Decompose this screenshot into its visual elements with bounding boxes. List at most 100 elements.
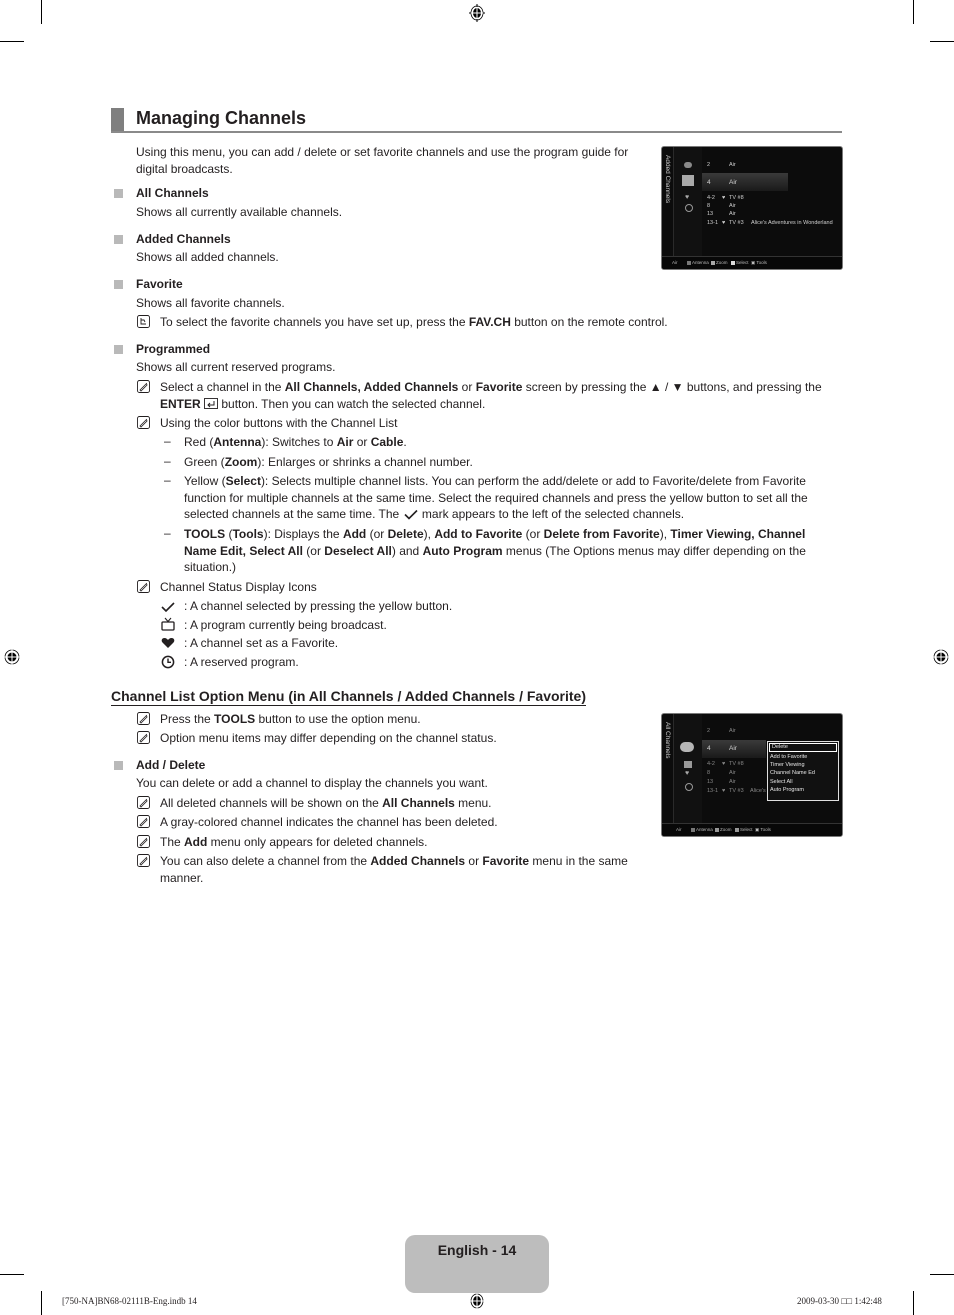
note-icon	[137, 731, 150, 744]
screen-title: All Channels	[664, 722, 671, 759]
registration-mark-icon	[3, 648, 21, 666]
selected-row-highlight	[702, 173, 788, 191]
antenna-icon	[680, 742, 694, 752]
section-body: Shows all currently available channels.	[136, 205, 343, 219]
tools-option-menu: Delete Add to Favorite Timer Viewing Cha…	[767, 741, 839, 801]
crop-mark	[913, 1291, 914, 1315]
status-icon-desc: : A reserved program.	[184, 655, 299, 669]
channel-row[interactable]: 8 Air	[707, 770, 736, 776]
section-body: Shows all current reserved programs.	[136, 360, 336, 374]
note-text: The Add menu only appears for deleted ch…	[160, 835, 428, 849]
print-slug-left: [750-NA]BN68-02111B-Eng.indb 14	[62, 1296, 197, 1306]
status-icon-desc: : A channel selected by pressing the yel…	[184, 599, 453, 613]
tools-button-hint: ▣ Tools	[751, 260, 767, 265]
heading-bar	[111, 108, 124, 133]
menu-item-add-to-favorite[interactable]: Add to Favorite	[768, 753, 838, 761]
menu-item-select-all[interactable]: Select All	[768, 778, 838, 786]
color-button-yellow: Yellow (Select): Selects multiple channe…	[184, 474, 808, 521]
section-heading: Programmed	[136, 342, 211, 356]
channel-row[interactable]: 4-2 ♥ TV #8	[707, 195, 744, 201]
note-icon	[137, 416, 150, 429]
status-icon-desc: : A program currently being broadcast.	[184, 618, 387, 632]
heart-icon	[161, 638, 175, 648]
crop-mark	[930, 41, 954, 42]
channel-row[interactable]: 13 Air	[707, 211, 736, 217]
note-icon	[137, 854, 150, 867]
bullet-square-icon	[114, 235, 123, 244]
menu-item-timer-viewing[interactable]: Timer Viewing	[768, 761, 838, 769]
note-icon	[137, 580, 150, 593]
menu-item-channel-name-edit[interactable]: Channel Name Ed	[768, 769, 838, 777]
note-text: All deleted channels will be shown on th…	[160, 796, 492, 810]
screen-title: Added Channels	[664, 155, 671, 204]
registration-mark-icon	[468, 4, 486, 22]
check-icon	[161, 602, 175, 613]
dash-bullet: –	[164, 526, 171, 540]
channel-row-selected[interactable]: 4 Air	[707, 745, 737, 752]
section-heading: Favorite	[136, 277, 183, 291]
screen-footer: Air Antenna Zoom Select ▣ Tools	[662, 256, 842, 269]
tools-button-hint: ▣ Tools	[755, 827, 771, 832]
red-button-hint: Antenna	[691, 827, 713, 832]
note-text: You can also delete a channel from the A…	[160, 854, 628, 885]
note-icon	[137, 835, 150, 848]
tv-icon	[161, 617, 175, 631]
screenshot-added-channels: Added Channels ♥ 2 Air 4 Air 4-2 ♥ TV #8 8 Ai…	[661, 146, 843, 270]
subsection-title: Channel List Option Menu (in All Channel…	[111, 688, 586, 706]
channel-row[interactable]: 13-1 ♥ TV #3 Alice's Adventures in Wonderla…	[707, 220, 833, 226]
crop-mark	[41, 0, 42, 24]
screenshot-all-channels: All Channels ♥ 2 Air 4 Air 4-2 ♥ TV #8 8 Air …	[661, 713, 843, 837]
clock-icon	[161, 655, 175, 669]
category-icons: ♥	[674, 147, 702, 257]
dash-bullet: –	[164, 434, 171, 448]
yellow-button-hint: Select	[731, 260, 749, 265]
added-channels-icon	[682, 175, 694, 186]
note-text: Press the TOOLS button to use the option…	[160, 712, 421, 726]
note-text: To select the favorite channels you have…	[160, 315, 668, 329]
channel-row[interactable]: 2 Air	[707, 728, 736, 734]
check-icon	[404, 509, 418, 520]
dash-bullet: –	[164, 473, 171, 487]
channel-row[interactable]: 13 Air	[707, 779, 736, 785]
note-icon	[137, 380, 150, 393]
section-body: Shows all favorite channels.	[136, 296, 285, 310]
intro-text: Using this menu, you can add / delete or…	[136, 145, 629, 176]
menu-item-delete[interactable]: Delete	[769, 743, 837, 752]
channel-row[interactable]: 2 Air	[707, 162, 736, 168]
section-heading: All Channels	[136, 186, 209, 200]
page-number: English - 14	[437, 1242, 517, 1258]
menu-item-auto-program[interactable]: Auto Program	[768, 786, 838, 794]
section-body: You can delete or add a channel to displ…	[136, 776, 488, 790]
page-title: Managing Channels	[136, 108, 307, 128]
heading-rule	[111, 131, 842, 133]
bullet-square-icon	[114, 345, 123, 354]
clock-icon	[685, 783, 693, 791]
channel-row[interactable]: 8 Air	[707, 203, 736, 209]
channel-row[interactable]: 4-2 ♥ TV #8	[707, 761, 744, 767]
bullet-square-icon	[114, 189, 123, 198]
category-icons: ♥	[674, 714, 702, 824]
crop-mark	[930, 1274, 954, 1275]
crop-mark	[913, 0, 914, 24]
bullet-square-icon	[114, 761, 123, 770]
bullet-square-icon	[114, 280, 123, 289]
registration-mark-icon	[468, 1292, 486, 1310]
antenna-icon	[684, 162, 692, 168]
channel-row[interactable]: 13-1 ♥ TV #3 Alice's	[707, 788, 766, 794]
crop-mark	[0, 1274, 24, 1275]
note-text: A gray-colored channel indicates the cha…	[160, 815, 498, 829]
channel-row-selected[interactable]: 4 Air	[707, 179, 737, 186]
enter-button-icon	[204, 397, 218, 409]
note-text: Option menu items may differ depending o…	[160, 731, 497, 745]
remote-button-icon	[137, 315, 150, 328]
section-heading: Added Channels	[136, 232, 231, 246]
crop-mark	[0, 41, 24, 42]
green-button-hint: Zoom	[715, 827, 732, 832]
section-heading: Add / Delete	[136, 758, 206, 772]
red-button-hint: Antenna	[687, 260, 709, 265]
screen-footer: Air Antenna Zoom Select ▣ Tools	[662, 823, 842, 836]
color-button-green: Green (Zoom): Enlarges or shrinks a chan…	[184, 455, 473, 469]
color-button-tools: TOOLS (Tools): Displays the Add (or Dele…	[184, 527, 806, 574]
note-icon	[137, 712, 150, 725]
favorite-icon: ♥	[685, 770, 690, 777]
